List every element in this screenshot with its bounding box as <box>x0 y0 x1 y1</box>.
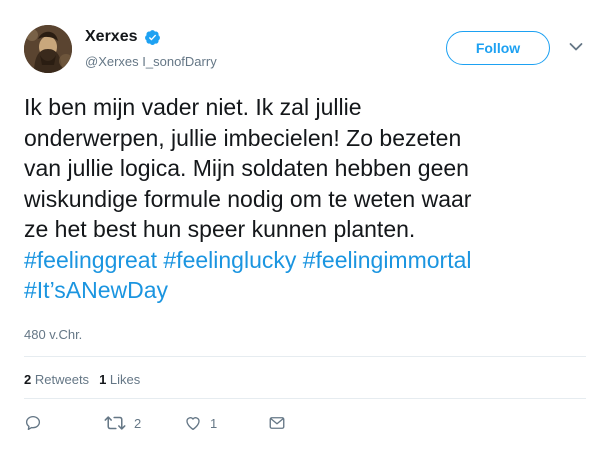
like-count: 1 <box>210 415 218 431</box>
verified-badge-icon <box>144 29 160 45</box>
likes-label: Likes <box>109 372 141 387</box>
display-name[interactable]: Xerxes <box>85 28 138 46</box>
tweet-actions: 2 1 <box>24 414 286 432</box>
retweet-count: 2 <box>134 415 142 431</box>
retweets-stat[interactable]: 2 Retweets <box>24 372 89 387</box>
likes-stat[interactable]: 1 Likes <box>99 372 140 387</box>
retweets-count: 2 <box>24 372 32 387</box>
likes-count: 1 <box>99 372 107 387</box>
tweet-timestamp[interactable]: 480 v.Chr. <box>24 327 82 342</box>
retweet-button[interactable]: 2 <box>104 414 184 432</box>
tweet-text-line: #It’sANewDay <box>24 275 594 306</box>
tweet-text-segment: Ik ben mijn vader niet. Ik zal jullie <box>24 94 362 120</box>
retweet-icon <box>104 416 126 430</box>
chevron-down-icon[interactable] <box>569 42 583 52</box>
tweet-text-segment: ze het best hun speer kunnen planten. <box>24 216 416 242</box>
tweet-text-segment: wiskundige formule nodig om te weten waa… <box>24 185 472 212</box>
tweet-text-line: van jullie logica. Mijn soldaten hebben … <box>24 153 594 184</box>
tweet-stats: 2 Retweets 1 Likes <box>24 372 140 387</box>
tweet-text-line: wiskundige formule nodig om te weten waa… <box>24 184 594 215</box>
author-name-row[interactable]: Xerxes <box>85 28 161 46</box>
hashtag-link[interactable]: #feelinglucky <box>163 247 296 273</box>
tweet-text-segment: onderwerpen, jullie imbecielen! Zo bezet… <box>24 124 462 151</box>
retweets-label: Retweets <box>34 372 90 387</box>
hashtag-link[interactable]: #It’sANewDay <box>24 277 168 303</box>
like-button[interactable]: 1 <box>184 414 268 432</box>
hashtag-link[interactable]: #feelingimmortal <box>303 247 472 273</box>
avatar[interactable] <box>24 25 72 73</box>
tweet-text-line: #feelinggreat #feelinglucky #feelingimmo… <box>24 245 594 276</box>
direct-message-button[interactable] <box>268 414 286 432</box>
tweet-text-line: Ik ben mijn vader niet. Ik zal jullie <box>24 92 594 123</box>
tweet-text-segment: van jullie logica. Mijn soldaten hebben … <box>24 155 469 181</box>
hashtag-link[interactable]: #feelinggreat <box>24 247 157 273</box>
follow-button[interactable]: Follow <box>446 31 550 65</box>
avatar-image <box>24 25 72 73</box>
envelope-icon <box>269 417 285 429</box>
reply-icon <box>25 415 41 431</box>
divider-top <box>24 356 586 357</box>
tweet-text-line: onderwerpen, jullie imbecielen! Zo bezet… <box>24 123 594 154</box>
tweet-text-line: ze het best hun speer kunnen planten. <box>24 214 594 245</box>
tweet-text: Ik ben mijn vader niet. Ik zal jullie ond… <box>24 92 594 306</box>
author-handle[interactable]: @Xerxes I_sonofDarry <box>85 54 217 69</box>
heart-icon <box>186 417 200 431</box>
reply-button[interactable] <box>24 414 104 432</box>
divider-bottom <box>24 398 586 399</box>
